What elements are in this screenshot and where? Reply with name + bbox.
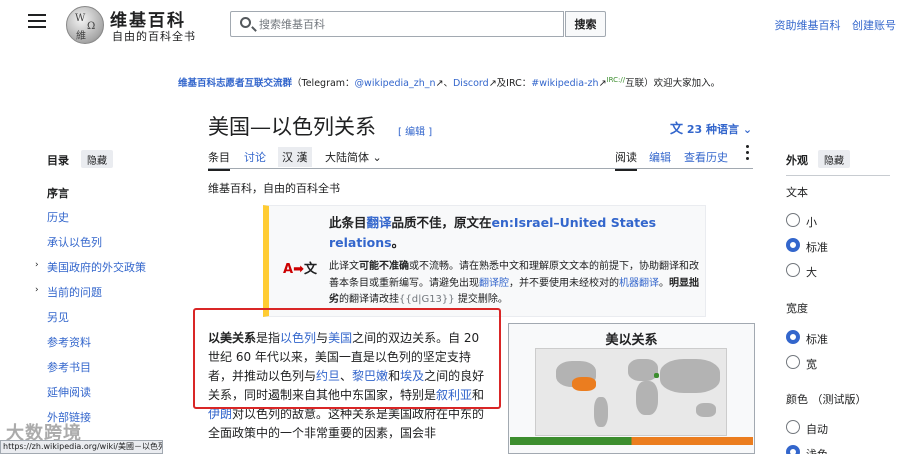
create-account-link[interactable]: 创建账号 (852, 19, 896, 32)
infobox: 美以关系 (508, 323, 755, 454)
discord-link[interactable]: Discord (453, 78, 489, 89)
tab-talk[interactable]: 讨论 (244, 149, 266, 165)
machine-translation-link[interactable]: 机器翻译 (619, 278, 659, 289)
telegram-link[interactable]: @wikipedia_zh_n (355, 78, 436, 89)
notice-body: 此译文可能不准确或不流畅。请在熟悉中文和理解原文文本的前提下，协助翻译和改善本条… (329, 261, 699, 305)
irc-tag: IRC:// (606, 75, 626, 84)
divider (786, 175, 890, 176)
search-input[interactable] (259, 15, 559, 33)
chevron-down-icon: ⌄ (742, 123, 753, 136)
search-icon (240, 17, 251, 28)
radio-text-large[interactable] (786, 263, 800, 277)
variant-hant[interactable]: 漢 (297, 151, 308, 164)
appearance-hide-button[interactable]: 隐藏 (818, 150, 850, 168)
site-notice: 维基百科志愿者互联交流群（Telegram：@wikipedia_zh_n↗、D… (178, 75, 721, 89)
radio-width-standard[interactable] (786, 330, 800, 344)
template-code: {{d|G13}} (399, 294, 455, 305)
text-size-label: 文本 (786, 186, 808, 199)
color-label: 颜色 （测试版） (786, 393, 867, 406)
notice-heading: 此条目翻译品质不佳，原文在en:Israel–United States rel… (329, 215, 657, 250)
tab-read[interactable]: 阅读 (615, 149, 637, 171)
search-button[interactable]: 搜索 (565, 11, 606, 37)
search-box[interactable] (230, 11, 564, 37)
menu-icon[interactable] (28, 14, 46, 30)
toc-item[interactable]: 美国政府的外交政策 (47, 259, 146, 275)
tab-edit[interactable]: 编辑 (649, 149, 671, 165)
toc-title: 目录 (47, 154, 69, 167)
personal-tools: 资助维基百科 创建账号 (767, 17, 897, 33)
more-actions-icon[interactable] (746, 145, 750, 163)
world-map[interactable] (535, 348, 727, 436)
donate-link[interactable]: 资助维基百科 (775, 19, 841, 32)
external-link-icon: ↗ (488, 78, 497, 89)
radio-text-standard[interactable] (786, 238, 800, 252)
translationese-link[interactable]: 翻译腔 (479, 278, 509, 289)
chevron-down-icon: ⌄ (372, 151, 382, 164)
toc-item[interactable]: 另见 (47, 309, 69, 325)
appearance-title: 外观 (786, 154, 808, 167)
highlight-box (193, 308, 501, 409)
external-link-icon: ↗ (598, 78, 607, 89)
status-bar-url: https://zh.wikipedia.org/wiki/美國－以色列關係# (0, 440, 163, 454)
wikipedia-globe-logo[interactable]: WΩ維 (66, 6, 104, 44)
edit-section-link[interactable]: [ 编辑 ] (398, 123, 432, 138)
toc-item[interactable]: 序言 (47, 185, 69, 201)
toc-item[interactable]: 承认以色列 (47, 234, 102, 250)
toc-item[interactable]: 当前的问题 (47, 284, 102, 300)
page-tabs: 条目 讨论 汉 漢 大陆简体 ⌄ 阅读 编辑 查看历史 (208, 145, 753, 171)
translation-notice: A➡文 此条目翻译品质不佳，原文在en:Israel–United States… (263, 205, 706, 317)
flag-strip (510, 437, 753, 445)
translation-link[interactable]: 翻译 (367, 215, 392, 230)
toc-item[interactable]: 延伸阅读 (47, 384, 91, 400)
site-subtitle: 维基百科，自由的百科全书 (208, 182, 340, 195)
tab-article[interactable]: 条目 (208, 149, 230, 171)
language-button[interactable]: 文 23 种语言 ⌄ (670, 118, 752, 137)
chevron-right-icon[interactable]: › (35, 260, 39, 270)
toc-item[interactable]: 参考资料 (47, 334, 91, 350)
toc-hide-button[interactable]: 隐藏 (81, 150, 113, 168)
variant-dropdown[interactable]: 大陆简体 ⌄ (325, 149, 382, 165)
radio-color-auto[interactable] (786, 420, 800, 434)
variant-hans-button[interactable]: 汉 漢 (278, 147, 312, 167)
header: WΩ維 维基百科 自由的百科全书 搜索 资助维基百科 创建账号 (0, 0, 900, 50)
infobox-title: 美以关系 (605, 333, 658, 348)
radio-width-wide[interactable] (786, 355, 800, 369)
page-title: 美国—以色列关系 (208, 115, 376, 139)
volunteer-group-link[interactable]: 维基百科志愿者互联交流群 (178, 78, 292, 89)
irc-link[interactable]: #wikipedia-zh (531, 78, 598, 89)
translation-icon: A➡文 (283, 262, 317, 277)
chevron-right-icon[interactable]: › (35, 285, 39, 295)
tab-history[interactable]: 查看历史 (684, 149, 728, 165)
radio-text-small[interactable] (786, 213, 800, 227)
width-label: 宽度 (786, 302, 808, 315)
link-iran[interactable]: 伊朗 (208, 407, 232, 421)
translate-icon: 文 (670, 122, 684, 137)
radio-color-light[interactable] (786, 445, 800, 454)
toc-item[interactable]: 历史 (47, 209, 69, 225)
tagline: 自由的百科全书 (112, 30, 196, 43)
toc-item[interactable]: 参考书目 (47, 359, 91, 375)
